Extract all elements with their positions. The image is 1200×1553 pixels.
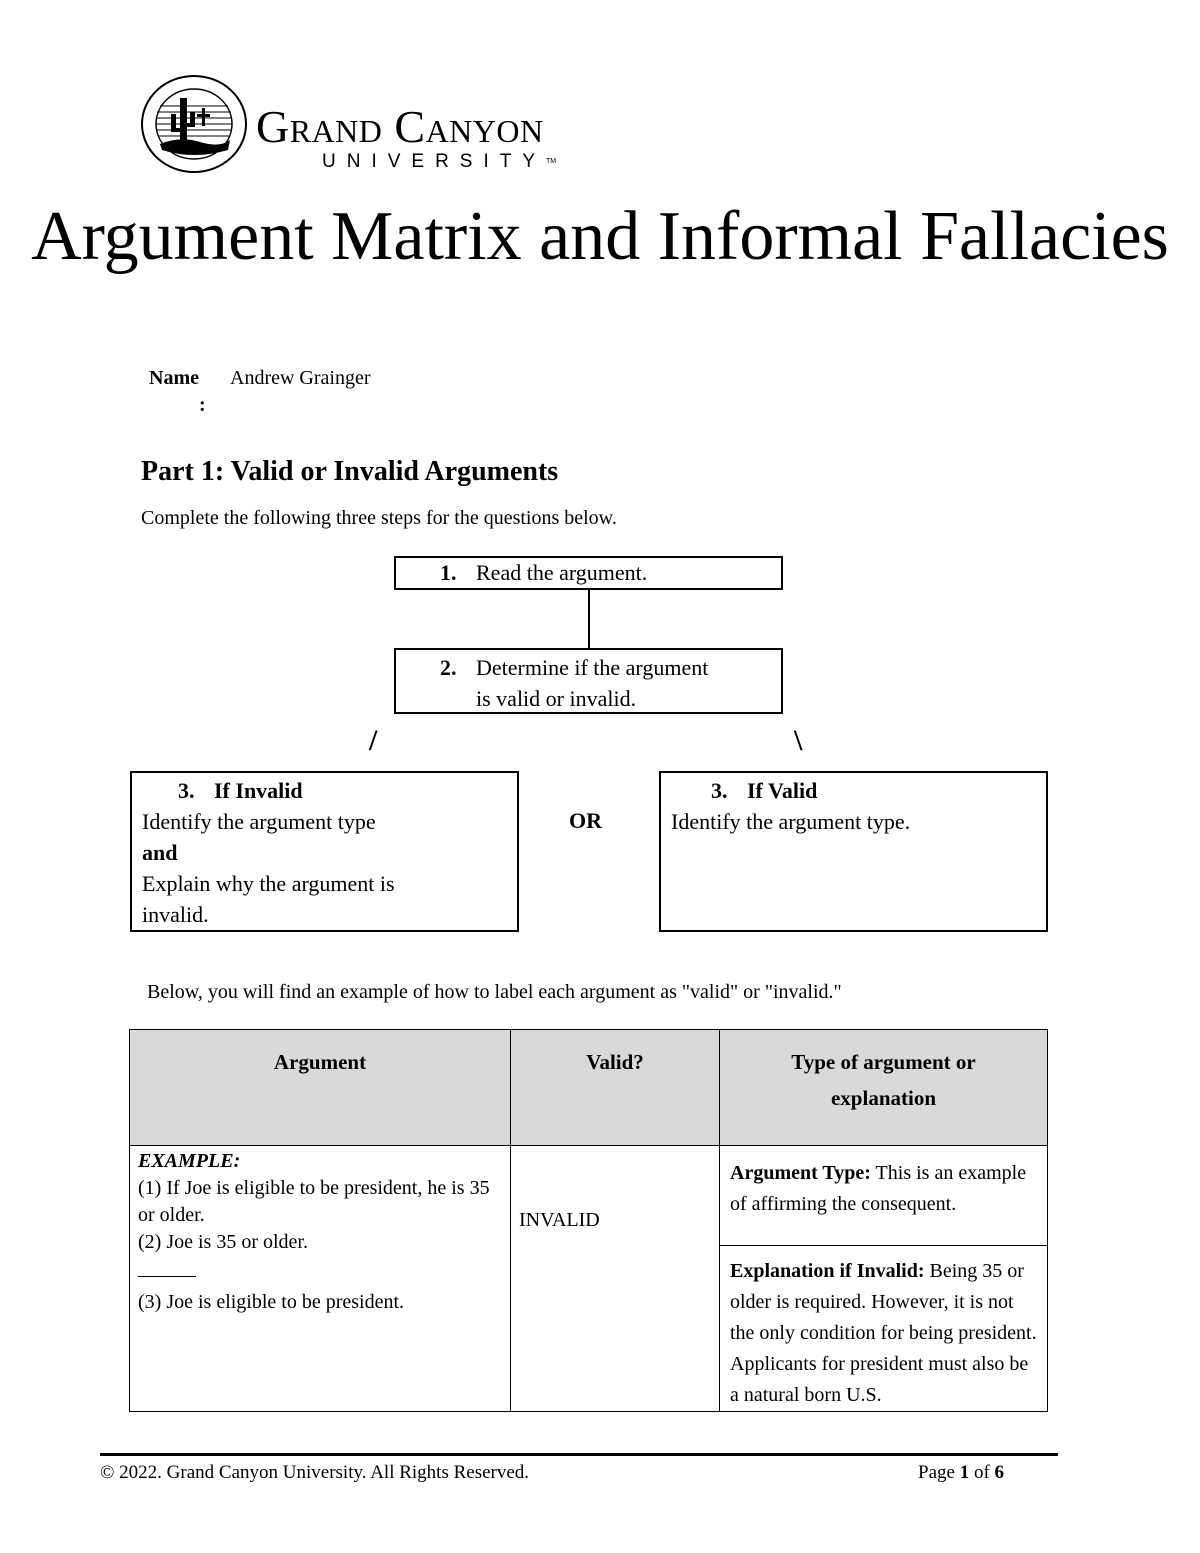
premise-1: (1) If Joe is eligible to be president, … [138,1177,490,1226]
logo-wordmark: Grand Canyon [256,101,544,152]
logo-subtitle: UNIVERSITYTM [322,151,557,172]
conclusion: (3) Joe is eligible to be president. [138,1291,405,1313]
table-row: EXAMPLE: (1) If Joe is eligible to be pr… [129,1145,1048,1412]
footer-divider [100,1453,1058,1456]
step-line: invalid. [142,902,209,927]
name-colon: : [199,394,206,416]
step-text-line2: is valid or invalid. [476,686,637,711]
example-intro: Below, you will find an example of how t… [147,981,842,1003]
part1-heading: Part 1: Valid or Invalid Arguments [141,456,559,487]
flow-connector-left: / [369,724,378,757]
flow-connector-right: \ [794,724,803,757]
example-argument-cell: EXAMPLE: (1) If Joe is eligible to be pr… [129,1145,511,1412]
flow-connector [588,590,590,648]
university-seal-icon [140,74,248,174]
total-pages: 6 [994,1462,1005,1483]
or-label: OR [569,808,602,833]
step-line: Identify the argument type. [671,809,911,834]
step-title: If Valid [747,778,818,803]
header-type: Type of argument or explanation [719,1029,1048,1146]
step-number: 3. [711,778,728,803]
explanation-label: Explanation if Invalid: [730,1260,925,1282]
step-line: Identify the argument type [142,809,376,834]
explanation-cell: Explanation if Invalid: Being 35 or olde… [719,1245,1048,1412]
page-indicator: Page 1 of 6 [918,1462,1005,1483]
current-page: 1 [959,1462,970,1483]
footer-copyright: © 2022. Grand Canyon University. All Rig… [100,1462,530,1483]
document-title: Argument Matrix and Informal Fallacies [31,198,1169,275]
table-header-row: Argument Valid? Type of argument or expl… [129,1029,1048,1146]
trademark-mark: TM [546,158,557,165]
name-label: Name [149,367,199,389]
premise-2: (2) Joe is 35 or older. [138,1231,308,1253]
flow-step-3-valid: 3. If Valid Identify the argument type. [659,771,1048,932]
student-name: Andrew Grainger [230,367,371,389]
step-text-line1: Determine if the argument [476,655,709,680]
valid-value: INVALID [519,1209,600,1231]
example-valid-cell: INVALID [510,1145,720,1412]
argument-type-label: Argument Type: [730,1162,871,1184]
argument-type-cell: Argument Type: This is an example of aff… [719,1145,1048,1246]
part1-instructions: Complete the following three steps for t… [141,507,617,529]
flow-step-1: 1. Read the argument. [394,556,783,590]
header-argument: Argument [129,1029,511,1146]
argument-matrix-table: Argument Valid? Type of argument or expl… [129,1029,1048,1412]
step-line: Explain why the argument is [142,871,395,896]
example-label: EXAMPLE: [138,1150,241,1172]
flow-step-3-invalid: 3. If Invalid Identify the argument type … [130,771,519,932]
header-valid: Valid? [510,1029,720,1146]
step-text: Read the argument. [476,560,648,585]
step-number: 2. [440,655,457,680]
flow-step-2: 2. Determine if the argument is valid or … [394,648,783,714]
step-line-and: and [142,840,178,865]
step-number: 1. [440,560,457,585]
step-number: 3. [178,778,195,803]
conclusion-rule [138,1276,196,1277]
step-title: If Invalid [214,778,303,803]
